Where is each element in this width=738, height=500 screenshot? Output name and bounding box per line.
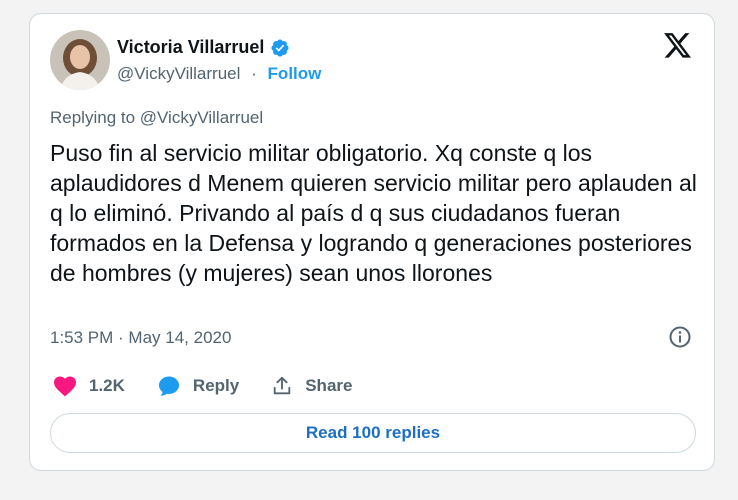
like-button[interactable]: 1.2K (53, 375, 125, 397)
replying-to: Replying to @VickyVillarruel (50, 108, 264, 127)
action-bar: 1.2K Reply Share (53, 374, 384, 398)
follow-link[interactable]: Follow (268, 64, 322, 83)
tweet-text: Puso fin al servicio militar obligatorio… (50, 140, 697, 286)
like-count: 1.2K (89, 376, 125, 395)
avatar[interactable] (50, 30, 110, 90)
info-icon[interactable] (668, 325, 692, 349)
reply-label: Reply (192, 376, 240, 395)
handle-row: @VickyVillarruel · Follow (117, 64, 321, 84)
tweet-card: Victoria Villarruel @VickyVillarruel · F… (29, 13, 715, 471)
share-icon (273, 376, 291, 395)
author-handle[interactable]: @VickyVillarruel (117, 64, 240, 83)
read-replies-button[interactable]: Read 100 replies (50, 413, 696, 453)
handle-separator: · (251, 64, 257, 83)
reply-button[interactable]: Reply (157, 374, 239, 398)
heart-icon (54, 376, 76, 397)
reply-bubble-icon (158, 376, 179, 396)
share-button[interactable]: Share (271, 375, 352, 397)
author-name[interactable]: Victoria Villarruel (117, 37, 264, 58)
share-label: Share (305, 376, 353, 395)
x-logo-icon[interactable] (664, 33, 692, 59)
tweet-timestamp[interactable]: 1:53 PM · May 14, 2020 (50, 328, 231, 348)
verified-badge-icon (270, 38, 290, 58)
author-name-row[interactable]: Victoria Villarruel (117, 37, 290, 58)
